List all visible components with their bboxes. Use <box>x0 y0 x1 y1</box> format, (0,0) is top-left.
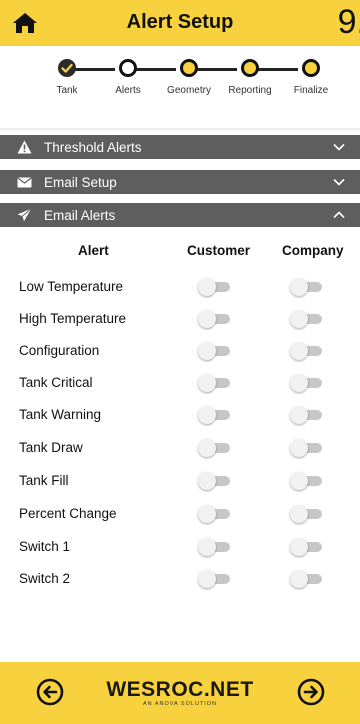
step-label: Geometry <box>167 85 211 96</box>
customer-toggle[interactable] <box>198 374 232 392</box>
company-toggle[interactable] <box>290 570 324 588</box>
alert-row: Tank Draw <box>0 432 360 464</box>
section-email-setup[interactable]: Email Setup <box>0 170 360 194</box>
arrow-right-circle-icon <box>297 678 325 706</box>
customer-toggle[interactable] <box>198 342 232 360</box>
section-label: Email Alerts <box>44 207 116 223</box>
customer-toggle[interactable] <box>198 310 232 328</box>
company-toggle[interactable] <box>290 472 324 490</box>
envelope-icon <box>16 174 32 190</box>
alert-row: Tank Critical <box>0 367 360 399</box>
alert-row: Tank Fill <box>0 465 360 497</box>
header-bar: Alert Setup 9. <box>0 0 360 46</box>
company-toggle[interactable] <box>290 342 324 360</box>
step-current-dot <box>119 59 137 77</box>
page-title: Alert Setup <box>126 11 234 33</box>
section-email-alerts[interactable]: Email Alerts <box>0 203 360 227</box>
warning-icon <box>16 139 32 155</box>
divider <box>0 128 360 130</box>
next-button[interactable] <box>296 677 326 707</box>
section-label: Threshold Alerts <box>44 139 142 155</box>
alert-label: Percent Change <box>19 506 117 521</box>
company-toggle[interactable] <box>290 505 324 523</box>
company-toggle[interactable] <box>290 538 324 556</box>
company-toggle[interactable] <box>290 310 324 328</box>
company-toggle[interactable] <box>290 278 324 296</box>
step-label: Finalize <box>293 85 329 96</box>
customer-toggle[interactable] <box>198 538 232 556</box>
alert-label: Tank Warning <box>19 407 102 422</box>
alert-label: Configuration <box>19 343 100 358</box>
alert-label: Switch 2 <box>19 571 71 586</box>
alert-row: High Temperature <box>0 303 360 335</box>
step-pending-dot <box>302 59 320 77</box>
alert-row: Switch 2 <box>0 563 360 595</box>
alert-row: Configuration <box>0 335 360 367</box>
alert-row: Switch 1 <box>0 531 360 563</box>
chevron-down-icon <box>332 175 346 189</box>
customer-toggle[interactable] <box>198 505 232 523</box>
step-pending-dot <box>241 59 259 77</box>
alert-label: Tank Fill <box>19 473 69 488</box>
progress-stepper: Tank Alerts Geometry Reporting Finalize <box>0 46 360 112</box>
step-number: 9. <box>337 3 360 41</box>
paper-plane-icon <box>16 207 32 223</box>
column-header-company: Company <box>282 243 344 258</box>
alert-label: High Temperature <box>19 311 127 326</box>
alert-label: Tank Draw <box>19 440 83 455</box>
company-toggle[interactable] <box>290 374 324 392</box>
company-toggle[interactable] <box>290 406 324 424</box>
stepper-connector <box>258 68 298 71</box>
alerts-table-header: Alert Customer Company <box>0 243 360 263</box>
customer-toggle[interactable] <box>198 278 232 296</box>
check-icon <box>61 63 73 73</box>
customer-toggle[interactable] <box>198 406 232 424</box>
step-label: Alerts <box>115 85 141 96</box>
step-complete-dot <box>58 59 76 77</box>
step-pending-dot <box>180 59 198 77</box>
section-threshold-alerts[interactable]: Threshold Alerts <box>0 135 360 159</box>
stepper-connector <box>197 68 237 71</box>
chevron-down-icon <box>332 140 346 154</box>
alert-row: Low Temperature <box>0 271 360 303</box>
column-header-alert: Alert <box>78 243 109 258</box>
step-label: Tank <box>56 85 78 96</box>
alert-label: Tank Critical <box>19 375 93 390</box>
alert-row: Tank Warning <box>0 399 360 431</box>
column-header-customer: Customer <box>187 243 251 258</box>
alert-row: Percent Change <box>0 498 360 530</box>
section-label: Email Setup <box>44 174 117 190</box>
company-toggle[interactable] <box>290 439 324 457</box>
stepper-connector <box>136 68 176 71</box>
stepper-connector <box>75 68 115 71</box>
alert-label: Low Temperature <box>19 279 124 294</box>
customer-toggle[interactable] <box>198 439 232 457</box>
customer-toggle[interactable] <box>198 570 232 588</box>
footer-bar: WESROC.NET AN ANOVA SOLUTION <box>0 662 360 724</box>
customer-toggle[interactable] <box>198 472 232 490</box>
chevron-up-icon <box>332 208 346 222</box>
alert-label: Switch 1 <box>19 539 71 554</box>
step-label: Reporting <box>228 85 272 96</box>
